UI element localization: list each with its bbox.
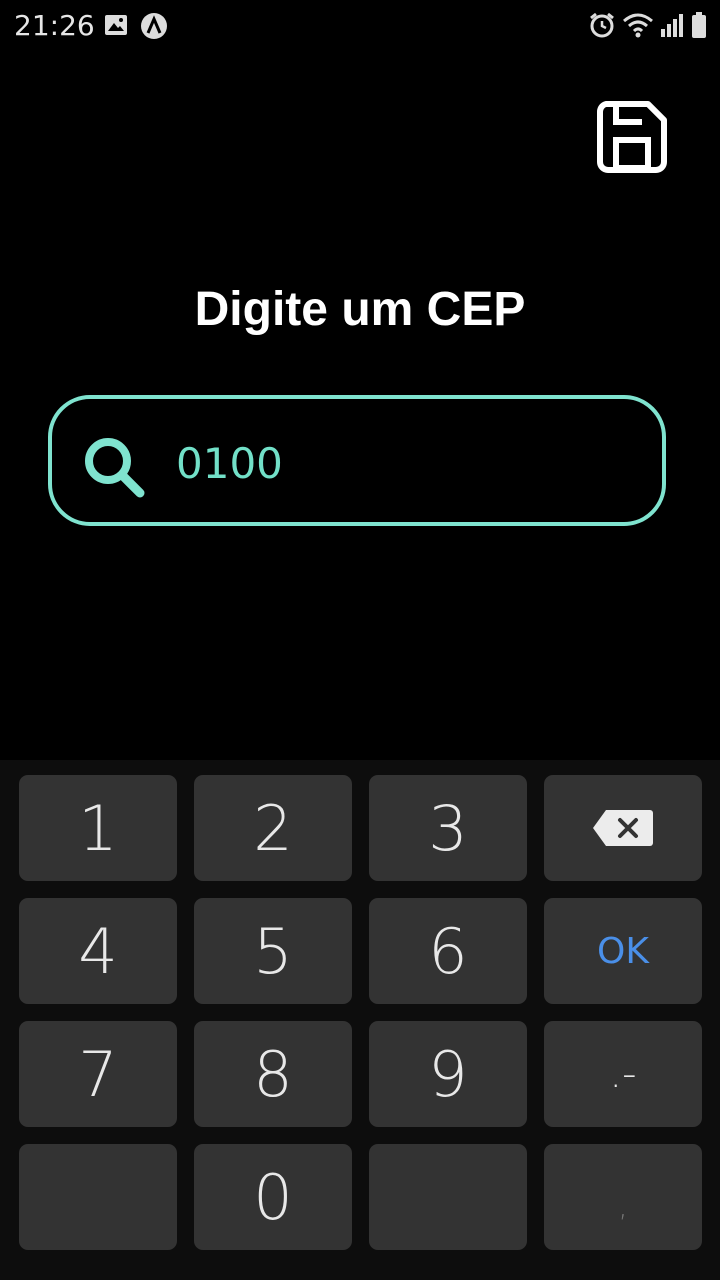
empty-key-right: [369, 1144, 527, 1250]
empty-key-left: [19, 1144, 177, 1250]
app-a-icon: [141, 13, 167, 39]
comma-key[interactable]: ,: [544, 1144, 702, 1250]
numeric-keyboard: 1 2 3 4 5 6 OK 7 8 9 .- 0 ,: [0, 760, 720, 1280]
key-8[interactable]: 8: [194, 1021, 352, 1127]
status-bar: 21:26: [0, 0, 720, 50]
backspace-icon: [593, 810, 653, 846]
image-icon: [105, 15, 127, 35]
wifi-icon: [623, 13, 653, 38]
key-1[interactable]: 1: [19, 775, 177, 881]
status-icons: [588, 10, 708, 40]
ok-key[interactable]: OK: [544, 898, 702, 1004]
key-7[interactable]: 7: [19, 1021, 177, 1127]
page-title: Digite um CEP: [194, 283, 526, 336]
signal-icon: [661, 14, 683, 37]
dot-dash-key[interactable]: .-: [544, 1021, 702, 1127]
cep-search-input[interactable]: 0100: [48, 395, 666, 526]
key-0[interactable]: 0: [194, 1144, 352, 1250]
key-6[interactable]: 6: [369, 898, 527, 1004]
save-icon[interactable]: [596, 100, 668, 174]
key-2[interactable]: 2: [194, 775, 352, 881]
status-time: 21:26: [14, 9, 95, 42]
key-5[interactable]: 5: [194, 898, 352, 1004]
battery-icon: [692, 12, 706, 38]
key-9[interactable]: 9: [369, 1021, 527, 1127]
key-3[interactable]: 3: [369, 775, 527, 881]
alarm-icon: [590, 12, 614, 38]
search-icon: [85, 438, 145, 498]
backspace-key[interactable]: [544, 775, 702, 881]
key-4[interactable]: 4: [19, 898, 177, 1004]
cep-input-value[interactable]: 0100: [176, 439, 283, 488]
